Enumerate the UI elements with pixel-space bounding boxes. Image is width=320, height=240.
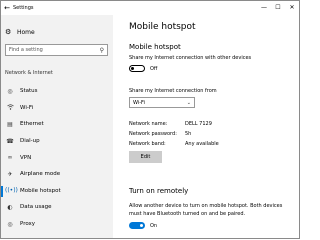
hotspot-toggle-state: Off (150, 66, 158, 72)
remote-toggle[interactable] (129, 222, 145, 229)
sidebar-item-airplane-mode[interactable]: ✈ Airplane mode (1, 166, 113, 183)
toggle-knob (140, 224, 143, 227)
sidebar-item-vpn[interactable]: ∞ VPN (1, 149, 113, 166)
maximize-icon[interactable]: ☐ (271, 1, 285, 15)
sidebar: ⚙ Home Find a setting ⚲ Network & Intern… (1, 15, 113, 238)
search-input[interactable]: Find a setting ⚲ (5, 44, 108, 56)
sidebar-item-label: Wi-Fi (20, 104, 34, 111)
hotspot-description: Share my Internet connection with other … (129, 55, 252, 61)
edit-button[interactable]: Edit (129, 151, 162, 163)
wifi-icon-svg (6, 104, 14, 110)
share-from-dropdown[interactable]: Wi-Fi ⌄ (129, 97, 195, 108)
toggle-knob (131, 67, 134, 70)
settings-window: ← Settings — ☐ ✕ ⚙ Home Find a setting ⚲… (0, 0, 300, 239)
sidebar-item-label: VPN (20, 154, 32, 161)
network-password-value: 5h (185, 131, 192, 137)
network-name-value: DELL 7129 (185, 121, 212, 127)
sidebar-item-label: Airplane mode (20, 171, 61, 178)
remote-toggle-state: On (150, 223, 158, 229)
hotspot-toggle[interactable] (129, 65, 145, 72)
vpn-icon: ∞ (7, 154, 13, 162)
remote-heading: Turn on remotely (129, 187, 189, 195)
remote-description-line2: must have Bluetooth turned on and be pai… (129, 211, 246, 217)
sidebar-item-label: Status (20, 88, 38, 95)
close-icon[interactable]: ✕ (285, 1, 299, 15)
data-usage-icon: ◐ (7, 203, 13, 211)
sidebar-item-label: Data usage (20, 204, 52, 211)
chevron-down-icon: ⌄ (186, 99, 191, 106)
search-placeholder: Find a setting (9, 47, 43, 53)
sidebar-item-mobile-hotspot[interactable]: ((•)) Mobile hotspot (1, 183, 113, 200)
sidebar-nav: ◎ Status Wi-Fi ▤ Ethernet ☎ Dial-up ∞ VP… (1, 83, 113, 232)
wifi-icon (5, 104, 15, 112)
network-password-label: Network password: (129, 131, 177, 137)
sidebar-item-proxy[interactable]: ◎ Proxy (1, 216, 113, 233)
home-label: Home (17, 28, 35, 36)
title-bar: ← Settings — ☐ ✕ (1, 1, 299, 15)
main-content: Mobile hotspot Mobile hotspot Share my I… (129, 15, 299, 238)
back-arrow-icon[interactable]: ← (2, 4, 12, 12)
network-band-value: Any available (185, 141, 219, 147)
page-title: Mobile hotspot (129, 22, 196, 32)
sidebar-item-label: Proxy (20, 221, 36, 228)
hotspot-icon: ((•)) (5, 187, 18, 195)
network-name-label: Network name: (129, 121, 168, 127)
sidebar-item-data-usage[interactable]: ◐ Data usage (1, 199, 113, 216)
gear-icon: ⚙ (5, 28, 12, 36)
window-controls: — ☐ ✕ (257, 1, 299, 15)
home-nav-item[interactable]: ⚙ Home (5, 28, 35, 36)
globe-icon: ◎ (7, 220, 13, 228)
sidebar-item-dialup[interactable]: ☎ Dial-up (1, 133, 113, 150)
sidebar-item-ethernet[interactable]: ▤ Ethernet (1, 116, 113, 133)
ethernet-icon: ▤ (7, 120, 13, 128)
hotspot-heading: Mobile hotspot (129, 43, 181, 51)
sidebar-item-label: Ethernet (20, 121, 44, 128)
minimize-icon[interactable]: — (257, 1, 271, 15)
share-from-label: Share my Internet connection from (129, 88, 217, 94)
sidebar-item-status[interactable]: ◎ Status (1, 83, 113, 100)
window-title: Settings (13, 5, 34, 11)
network-band-label: Network band: (129, 141, 166, 147)
remote-description-line1: Allow another device to turn on mobile h… (129, 203, 283, 209)
airplane-icon: ✈ (7, 170, 13, 178)
sidebar-item-label: Dial-up (20, 138, 40, 145)
sidebar-item-label: Mobile hotspot (20, 187, 61, 194)
phone-icon: ☎ (6, 137, 14, 145)
globe-icon: ◎ (7, 87, 13, 95)
search-icon[interactable]: ⚲ (100, 47, 104, 54)
share-from-value: Wi-Fi (133, 99, 145, 106)
sidebar-item-wifi[interactable]: Wi-Fi (1, 100, 113, 117)
section-header: Network & Internet (5, 70, 53, 76)
